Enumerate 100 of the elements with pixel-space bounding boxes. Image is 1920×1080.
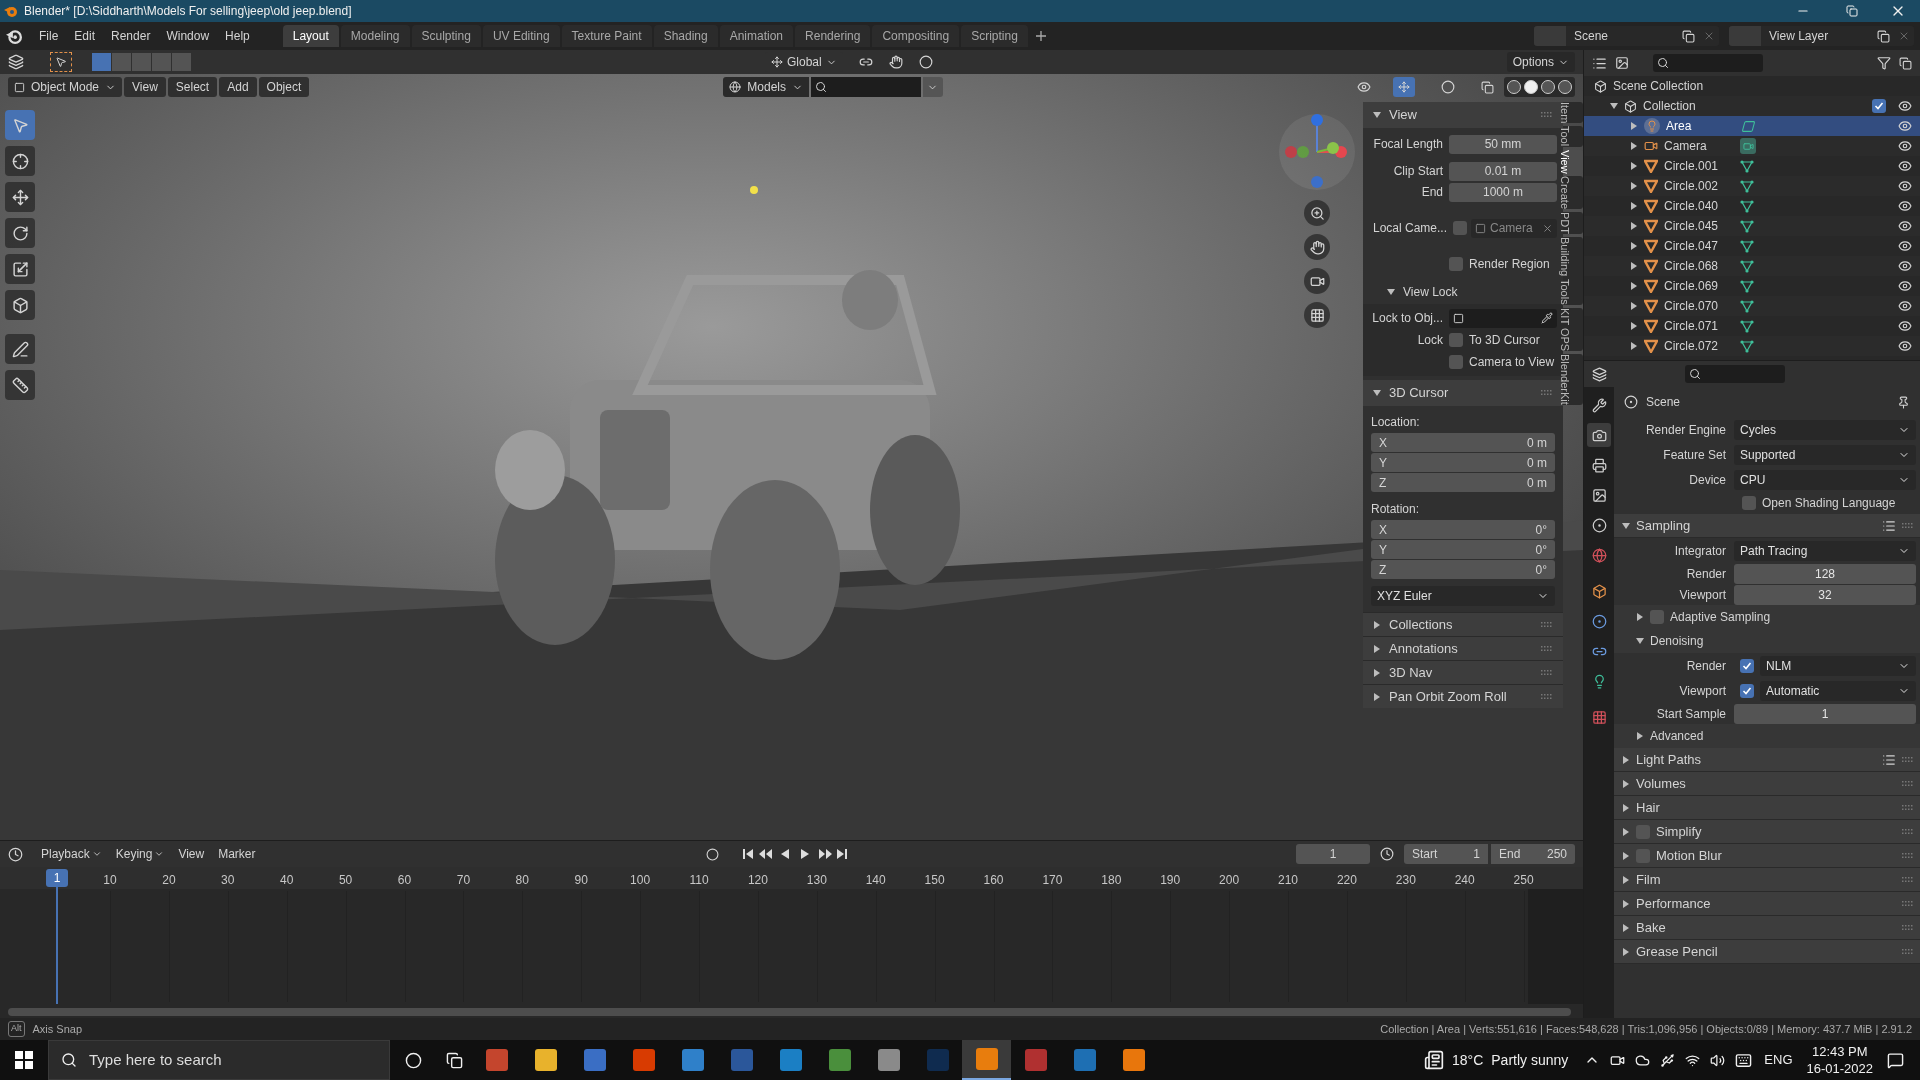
panel-header[interactable]: Collections <box>1363 612 1563 636</box>
drag-handle-icon[interactable] <box>1541 112 1553 118</box>
vector-field[interactable]: X 0 m <box>1371 433 1555 452</box>
panel-header[interactable]: Grease Pencil <box>1614 940 1920 964</box>
eye-icon[interactable] <box>1898 159 1912 173</box>
proportional-edit-icon[interactable] <box>918 55 933 69</box>
drag-handle-icon[interactable] <box>1902 900 1914 907</box>
subpanel-header[interactable]: Adaptive Sampling <box>1614 605 1920 629</box>
move-icon[interactable] <box>5 182 35 212</box>
drag-handle-icon[interactable] <box>1902 522 1914 529</box>
panel-header[interactable]: Volumes <box>1614 772 1920 796</box>
menu-item[interactable]: File <box>32 25 66 47</box>
camera-field[interactable]: Camera <box>1471 218 1557 238</box>
checkbox[interactable] <box>1740 658 1754 673</box>
scrollbar[interactable] <box>8 1008 1571 1016</box>
workspace-tab[interactable]: Animation <box>719 25 794 47</box>
eye-icon[interactable] <box>1898 319 1912 333</box>
task-view-icon[interactable] <box>446 1051 463 1069</box>
disclosure-triangle-icon[interactable] <box>1622 521 1630 530</box>
eye-icon[interactable] <box>1898 259 1912 273</box>
sidebar-tab[interactable]: BlenderKit <box>1563 354 1583 405</box>
blender-logo-icon[interactable] <box>6 28 22 44</box>
gizmo-toggle-icon[interactable] <box>1393 77 1415 97</box>
view-layer-selector[interactable]: View Layer <box>1729 26 1914 46</box>
disclosure-triangle-icon[interactable] <box>1630 202 1638 210</box>
header-menu[interactable]: Object <box>258 77 310 97</box>
number-field[interactable]: 0.01 m <box>1449 161 1557 181</box>
number-field[interactable]: 50 mm <box>1449 134 1557 154</box>
select-mode-group[interactable] <box>92 53 191 71</box>
filter-icon[interactable] <box>1877 56 1891 70</box>
disclosure-triangle-icon[interactable] <box>1373 111 1381 119</box>
new-collection-icon[interactable] <box>1899 56 1912 70</box>
disclosure-triangle-icon[interactable] <box>1373 668 1381 677</box>
eye-icon[interactable] <box>1898 339 1912 353</box>
end-frame-field[interactable]: End 250 <box>1491 844 1575 864</box>
options-dropdown[interactable]: Options <box>1506 52 1575 72</box>
vertex-mesh-icon[interactable] <box>1740 179 1754 193</box>
volume-icon[interactable] <box>1710 1052 1726 1068</box>
panel-header[interactable]: Film <box>1614 868 1920 892</box>
drag-handle-icon[interactable] <box>1541 669 1553 676</box>
network-icon[interactable] <box>1685 1052 1701 1068</box>
language-indicator[interactable]: ENG <box>1764 1050 1793 1070</box>
disclosure-triangle-icon[interactable] <box>1630 322 1638 330</box>
number-field[interactable]: 128 <box>1734 563 1916 584</box>
panel-header[interactable]: Motion Blur <box>1614 844 1920 868</box>
disclosure-triangle-icon[interactable] <box>1373 389 1381 397</box>
annotate-icon[interactable] <box>5 334 35 364</box>
presets-icon[interactable] <box>1882 518 1896 533</box>
header-menu[interactable]: Add <box>219 77 257 97</box>
subpanel-header[interactable]: Denoising <box>1614 629 1920 653</box>
scene-selector[interactable]: Scene <box>1534 26 1719 46</box>
select-tool-button[interactable] <box>50 52 72 72</box>
usb-icon[interactable] <box>1660 1052 1676 1068</box>
dropdown[interactable]: Supported <box>1734 444 1916 465</box>
scale-icon[interactable] <box>5 254 35 284</box>
disclosure-triangle-icon[interactable] <box>1630 162 1638 170</box>
copy-icon[interactable] <box>1877 29 1890 43</box>
rotation-mode-dropdown[interactable]: XYZ Euler <box>1371 586 1555 606</box>
header-menu[interactable]: View <box>124 77 166 97</box>
eye-icon[interactable] <box>1898 139 1912 153</box>
editor-type-icon[interactable] <box>1592 55 1607 71</box>
disclosure-triangle-icon[interactable] <box>1636 732 1644 740</box>
dropdown[interactable]: Path Tracing <box>1734 540 1916 561</box>
visibility-icon[interactable] <box>1357 80 1371 94</box>
vector-field[interactable]: X 0° <box>1371 520 1555 539</box>
current-frame-field[interactable]: 1 <box>1296 844 1370 864</box>
panel-header[interactable]: Light Paths <box>1614 748 1920 772</box>
measure-icon[interactable] <box>5 370 35 400</box>
vector-field[interactable]: Y 0 m <box>1371 453 1555 472</box>
disclosure-triangle-icon[interactable] <box>1630 242 1638 250</box>
disclosure-triangle-icon[interactable] <box>1622 875 1630 884</box>
header-menu[interactable]: Select <box>167 77 218 97</box>
clock-time[interactable]: 12:43 PM <box>1811 1043 1868 1060</box>
camera-icon[interactable] <box>1587 423 1611 447</box>
drag-handle-icon[interactable] <box>1902 924 1914 931</box>
eyedropper-icon[interactable] <box>1541 312 1553 324</box>
menu-item[interactable]: Render <box>104 25 158 47</box>
drag-handle-icon[interactable] <box>1902 804 1914 811</box>
menu-item[interactable]: Window <box>159 25 217 47</box>
disclosure-triangle-icon[interactable] <box>1630 302 1638 310</box>
checkbox[interactable] <box>1449 333 1463 347</box>
number-field[interactable]: 1000 m <box>1449 182 1557 202</box>
search-field[interactable] <box>1653 54 1763 72</box>
sidebar-tab[interactable]: Create <box>1563 176 1583 210</box>
eye-icon[interactable] <box>1898 199 1912 213</box>
vertex-mesh-icon[interactable] <box>1740 299 1754 313</box>
cloud-icon[interactable] <box>1635 1052 1651 1068</box>
display-mode-icon[interactable] <box>1615 56 1629 70</box>
drag-handle-icon[interactable] <box>1902 828 1914 835</box>
editor-type-icon[interactable] <box>8 54 24 70</box>
pin-icon[interactable] <box>1897 395 1910 409</box>
disclosure-triangle-icon[interactable] <box>1630 122 1638 130</box>
panel-header[interactable]: Hair <box>1614 796 1920 820</box>
checkbox[interactable] <box>1872 99 1886 113</box>
disclosure-triangle-icon[interactable] <box>1622 899 1630 908</box>
sidebar-tab[interactable]: Item <box>1563 102 1583 124</box>
drag-handle-icon[interactable] <box>1541 390 1553 396</box>
cursor-icon[interactable] <box>5 146 35 176</box>
outliner-item[interactable]: Scene Collection <box>1613 77 1704 95</box>
vertex-mesh-icon[interactable] <box>1740 239 1754 253</box>
